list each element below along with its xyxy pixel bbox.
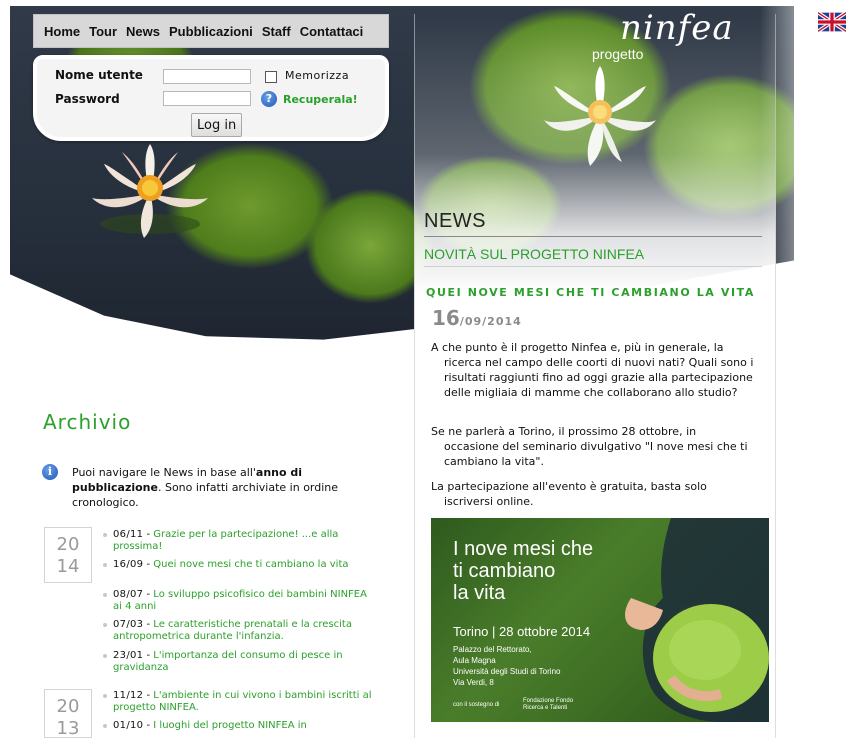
list-item[interactable]: 01/10 - I luoghi del progetto NINFEA in: [103, 720, 375, 732]
list-item-link[interactable]: Le caratteristiche prenatali e la cresci…: [113, 619, 352, 642]
year-box-bottom: 14: [56, 556, 80, 577]
list-item[interactable]: 06/11 - Grazie per la partecipazione! ..…: [103, 529, 375, 553]
promo-sponsor-name-line-1: Fondazione Fondo: [523, 698, 574, 704]
list-item-date: 01/10: [113, 720, 144, 731]
article-title[interactable]: QUEI NOVE MESI CHE TI CAMBIANO LA VITA: [426, 286, 755, 299]
nav-home[interactable]: Home: [44, 24, 80, 39]
news-divider: [424, 236, 762, 237]
recover-password-link[interactable]: Recuperala!: [283, 93, 358, 106]
list-item-link[interactable]: Grazie per la partecipazione! ...e alla …: [113, 529, 338, 552]
archive-title: Archivio: [43, 410, 132, 434]
remember-checkbox[interactable]: [265, 71, 277, 83]
article-paragraph-3: La partecipazione all'evento è gratuita,…: [431, 479, 767, 509]
bullet-icon: [103, 654, 107, 658]
event-promo-image[interactable]: I nove mesi che ti cambiano la vita Tori…: [431, 518, 769, 722]
article-paragraph-2-rest: occasione del seminario divulgativo "I n…: [444, 440, 748, 468]
list-item-date: 16/09: [113, 559, 144, 570]
password-input[interactable]: [163, 91, 251, 106]
year-box-2014[interactable]: 20 14: [44, 527, 92, 583]
news-subtitle: NOVITÀ SUL PROGETTO NINFEA: [424, 246, 645, 262]
password-label: Password: [55, 92, 120, 106]
list-item-date: 07/03: [113, 619, 144, 630]
username-label: Nome utente: [55, 68, 143, 82]
help-icon[interactable]: ?: [261, 91, 277, 107]
promo-venue-line-3: Università degli Studi di Torino: [453, 667, 561, 676]
promo-sponsor-name: Fondazione Fondo Ricerca e Talenti: [523, 698, 573, 712]
article-paragraph-3-first-line: La partecipazione all'evento è gratuita,…: [431, 480, 707, 493]
promo-sponsor-caption: con il sostegno di: [453, 702, 500, 708]
list-item-link[interactable]: Lo sviluppo psicofisico dei bambini NINF…: [113, 589, 367, 612]
promo-title-line-1: I nove mesi che: [453, 538, 594, 560]
article-paragraph-3-rest: iscriversi online.: [444, 495, 534, 508]
promo-title-line-3: la vita: [453, 582, 506, 604]
remember-label: Memorizza: [285, 69, 350, 82]
list-item-date: 08/07: [113, 589, 144, 600]
nav-tour[interactable]: Tour: [89, 24, 117, 39]
bullet-icon: [103, 533, 107, 537]
promo-venue-line-4: Via Verdi, 8: [453, 678, 494, 687]
article-paragraph-2: Se ne parlerà a Torino, il prossimo 28 o…: [431, 424, 767, 469]
bullet-icon: [103, 563, 107, 567]
article-paragraph-1-first-line: A che punto è il progetto Ninfea e, più …: [431, 341, 724, 354]
promo-title-line-2: ti cambiano: [453, 560, 556, 582]
list-item-link[interactable]: L'ambiente in cui vivono i bambini iscri…: [113, 690, 372, 713]
article-paragraph-1-rest: ricerca nel campo delle coorti di nuovi …: [444, 356, 754, 399]
promo-sponsor-name-line-2: Ricerca e Talenti: [523, 705, 568, 711]
year-box-top: 20: [56, 696, 80, 717]
list-item-link[interactable]: L'importanza del consumo di pesce in gra…: [113, 650, 343, 673]
article-date-day: 16: [432, 306, 460, 330]
nav-news[interactable]: News: [126, 24, 160, 39]
archive-intro-pre: Puoi navigare le News in base all': [72, 466, 256, 479]
archive-intro: Puoi navigare le News in base all'anno d…: [72, 465, 372, 510]
water-lily-left-image: [92, 144, 208, 238]
promo-venue-line-1: Palazzo del Rettorato,: [453, 645, 532, 654]
article-date: 16/09/2014: [432, 306, 522, 330]
bullet-icon: [103, 623, 107, 627]
pregnant-woman-silhouette: [625, 518, 769, 722]
article-paragraph-2-first-line: Se ne parlerà a Torino, il prossimo 28 o…: [431, 425, 697, 438]
list-item[interactable]: 11/12 - L'ambiente in cui vivono i bambi…: [103, 690, 375, 714]
bullet-icon: [103, 724, 107, 728]
list-item[interactable]: 16/09 - Quei nove mesi che ti cambiano l…: [103, 559, 375, 571]
year-box-top: 20: [56, 534, 80, 555]
list-item[interactable]: 07/03 - Le caratteristiche prenatali e l…: [103, 619, 375, 643]
list-item-link[interactable]: Quei nove mesi che ti cambiano la vita: [153, 559, 348, 570]
promo-venue: Palazzo del Rettorato, Aula Magna Univer…: [453, 644, 560, 688]
bullet-icon: [103, 694, 107, 698]
promo-title: I nove mesi che ti cambiano la vita: [453, 538, 593, 604]
top-navigation: Home Tour News Pubblicazioni Staff Conta…: [33, 14, 389, 48]
promo-event-date: Torino | 28 ottobre 2014: [453, 624, 591, 639]
list-item[interactable]: 23/01 - L'importanza del consumo di pesc…: [103, 650, 375, 674]
promo-venue-line-2: Aula Magna: [453, 656, 496, 665]
nav-contattaci[interactable]: Contattaci: [300, 24, 364, 39]
news-section-title: NEWS: [424, 210, 486, 232]
year-box-2013[interactable]: 20 13: [44, 689, 92, 738]
article-date-month-year: /09/2014: [459, 315, 522, 328]
login-panel: Nome utente Memorizza Password ? Recuper…: [33, 55, 389, 141]
username-input[interactable]: [163, 69, 251, 84]
list-item-date: 06/11: [113, 529, 144, 540]
year-box-bottom: 13: [56, 718, 80, 738]
news-subtitle-divider: [424, 266, 762, 267]
article-paragraph-1: A che punto è il progetto Ninfea e, più …: [431, 340, 767, 400]
list-item-date: 23/01: [113, 650, 144, 661]
nav-staff[interactable]: Staff: [262, 24, 291, 39]
login-button[interactable]: Log in: [191, 113, 243, 137]
nav-pubblicazioni[interactable]: Pubblicazioni: [169, 24, 253, 39]
list-item-link[interactable]: I luoghi del progetto NINFEA in: [153, 720, 307, 731]
info-icon: i: [42, 464, 58, 480]
uk-flag-icon[interactable]: [818, 12, 846, 32]
bullet-icon: [103, 593, 107, 597]
list-item-date: 11/12: [113, 690, 144, 701]
list-item[interactable]: 08/07 - Lo sviluppo psicofisico dei bamb…: [103, 589, 375, 613]
